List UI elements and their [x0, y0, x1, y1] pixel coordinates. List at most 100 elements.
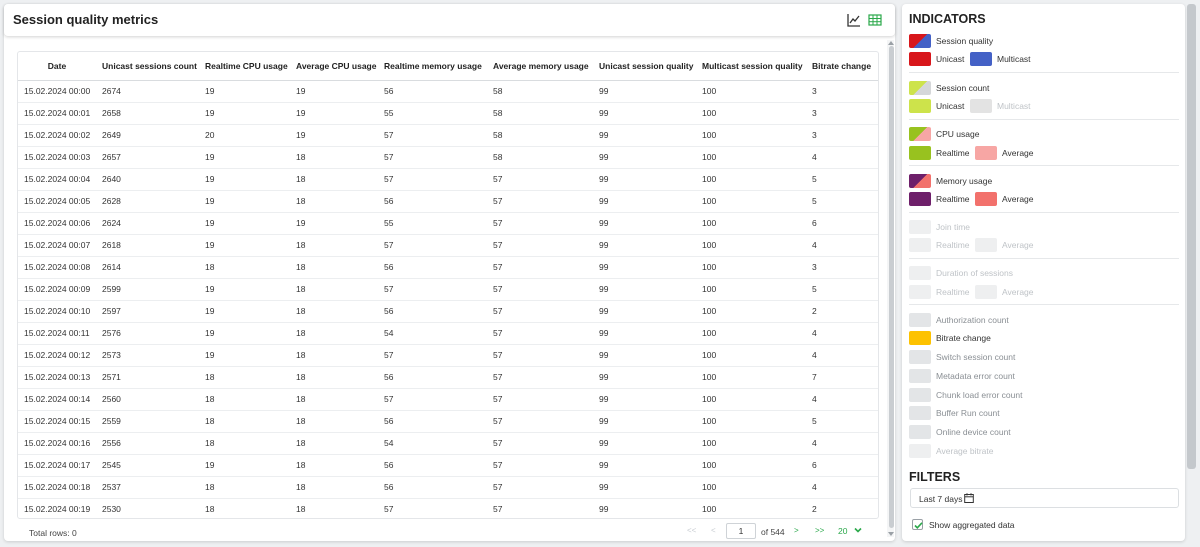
table-cell: 100 — [696, 410, 806, 433]
table-cell: 99 — [593, 432, 696, 455]
table-cell: 57 — [378, 168, 487, 191]
table-row: 15.02.2024 00:04 2640 19 18 57 57 99 100 5 — [18, 168, 878, 191]
table-cell: 15.02.2024 00:09 — [18, 278, 96, 301]
table-cell: 2599 — [96, 278, 199, 301]
indicator-join-time-average[interactable]: Average — [975, 237, 1034, 253]
table-cell: 3 — [806, 102, 878, 125]
table-cell: 18 — [290, 300, 378, 323]
table-cell: 2576 — [96, 322, 199, 345]
indicator-online-device-count[interactable]: Online device count — [909, 424, 1011, 440]
indicator-metadata-error-count[interactable]: Metadata error count — [909, 368, 1015, 384]
cpu-usage-swatch — [909, 127, 931, 141]
column-header[interactable]: Average memory usage — [487, 52, 593, 81]
cpu-average-swatch — [975, 146, 997, 160]
column-header[interactable]: Multicast session quality — [696, 52, 806, 81]
table-cell: 19 — [199, 190, 290, 213]
table-row: 15.02.2024 00:14 2560 18 18 57 57 99 100 4 — [18, 388, 878, 411]
multicast-count-label: Multicast — [997, 101, 1031, 111]
indicator-session-quality-multicast[interactable]: Multicast — [970, 51, 1031, 67]
indicator-cpu-realtime[interactable]: Realtime — [909, 145, 970, 161]
indicator-average-bitrate[interactable]: Average bitrate — [909, 443, 994, 459]
indicator-join-time-realtime[interactable]: Realtime — [909, 237, 970, 253]
table-row: 15.02.2024 00:13 2571 18 18 56 57 99 100 7 — [18, 366, 878, 389]
indicator-memory-realtime[interactable]: Realtime — [909, 191, 970, 207]
aggregated-data-checkbox[interactable] — [912, 519, 923, 530]
indicator-switch-session-count[interactable]: Switch session count — [909, 349, 1015, 365]
column-header[interactable]: Realtime CPU usage — [199, 52, 290, 81]
scroll-down-icon[interactable] — [888, 531, 894, 537]
indicator-session-count[interactable]: Session count — [909, 80, 989, 96]
table-scrollbar-thumb[interactable] — [889, 46, 894, 528]
table-cell: 19 — [199, 278, 290, 301]
table-cell: 18 — [290, 410, 378, 433]
table-cell: 100 — [696, 102, 806, 125]
table-cell: 5 — [806, 410, 878, 433]
table-cell: 2649 — [96, 124, 199, 147]
page-number-input[interactable] — [726, 523, 756, 539]
indicator-cpu-usage[interactable]: CPU usage — [909, 126, 979, 142]
table-cell: 15.02.2024 00:01 — [18, 102, 96, 125]
column-header[interactable]: Bitrate change — [806, 52, 878, 81]
next-page-button[interactable]: > — [794, 526, 799, 535]
table-cell: 4 — [806, 388, 878, 411]
table-row: 15.02.2024 00:05 2628 19 18 56 57 99 100 5 — [18, 190, 878, 213]
indicator-memory-usage[interactable]: Memory usage — [909, 173, 992, 189]
indicator-chunk-load-error-count[interactable]: Chunk load error count — [909, 387, 1022, 403]
page-size-select[interactable]: 20 — [838, 526, 847, 536]
indicator-buffer-run-count[interactable]: Buffer Run count — [909, 405, 1000, 421]
table-cell: 2 — [806, 498, 878, 518]
column-header[interactable]: Unicast session quality — [593, 52, 696, 81]
column-header[interactable]: Realtime memory usage — [378, 52, 487, 81]
table-icon[interactable] — [868, 13, 882, 27]
indicator-memory-average[interactable]: Average — [975, 191, 1034, 207]
table-cell: 99 — [593, 124, 696, 147]
table-cell: 4 — [806, 476, 878, 499]
indicator-join-time[interactable]: Join time — [909, 219, 970, 235]
table-cell: 99 — [593, 410, 696, 433]
indicator-duration-of-sessions[interactable]: Duration of sessions — [909, 265, 1013, 281]
last-page-button[interactable]: >> — [815, 526, 824, 535]
duration-realtime-swatch — [909, 285, 931, 299]
indicator-cpu-average[interactable]: Average — [975, 145, 1034, 161]
chevron-down-icon[interactable] — [853, 525, 863, 535]
scroll-up-icon[interactable] — [888, 40, 894, 46]
table-row: 15.02.2024 00:11 2576 19 18 54 57 99 100 4 — [18, 322, 878, 345]
table-cell: 57 — [378, 344, 487, 367]
date-range-select[interactable]: Last 7 days — [910, 488, 1179, 508]
prev-page-button[interactable]: < — [711, 526, 716, 535]
table-cell: 18 — [290, 190, 378, 213]
sidebar-scrollbar[interactable] — [1187, 4, 1196, 469]
indicator-duration-realtime[interactable]: Realtime — [909, 284, 970, 300]
table-cell: 4 — [806, 234, 878, 257]
table-cell: 2573 — [96, 344, 199, 367]
table-cell: 6 — [806, 212, 878, 235]
table-cell: 15.02.2024 00:14 — [18, 388, 96, 411]
table-cell: 100 — [696, 344, 806, 367]
table-cell: 2628 — [96, 190, 199, 213]
table-cell: 19 — [199, 212, 290, 235]
table-row: 15.02.2024 00:16 2556 18 18 54 57 99 100 4 — [18, 432, 878, 455]
table-cell: 99 — [593, 102, 696, 125]
indicator-session-quality-unicast[interactable]: Unicast — [909, 51, 964, 67]
indicator-duration-average[interactable]: Average — [975, 284, 1034, 300]
indicator-session-count-unicast[interactable]: Unicast — [909, 98, 964, 114]
table-cell: 100 — [696, 256, 806, 279]
column-header[interactable]: Unicast sessions count — [96, 52, 199, 81]
table-cell: 18 — [290, 498, 378, 518]
table-cell: 18 — [290, 322, 378, 345]
table-cell: 19 — [199, 454, 290, 477]
indicator-bitrate-change[interactable]: Bitrate change — [909, 330, 991, 346]
table-footer: Total rows: 0 << < of 544 > >> 20 — [17, 521, 879, 541]
aggregated-data-option[interactable]: Show aggregated data — [912, 519, 1015, 530]
table-row: 15.02.2024 00:00 2674 19 19 56 58 99 100 3 — [18, 80, 878, 103]
indicator-authorization-count[interactable]: Authorization count — [909, 312, 1009, 328]
column-header[interactable]: Average CPU usage — [290, 52, 378, 81]
line-chart-icon[interactable] — [847, 13, 861, 27]
unicast-count-label: Unicast — [936, 101, 965, 111]
table-cell: 58 — [487, 146, 593, 169]
column-header[interactable]: Date — [18, 52, 96, 81]
indicator-session-quality[interactable]: Session quality — [909, 33, 993, 49]
first-page-button[interactable]: << — [687, 526, 696, 535]
table-cell: 57 — [487, 190, 593, 213]
indicator-session-count-multicast[interactable]: Multicast — [970, 98, 1031, 114]
